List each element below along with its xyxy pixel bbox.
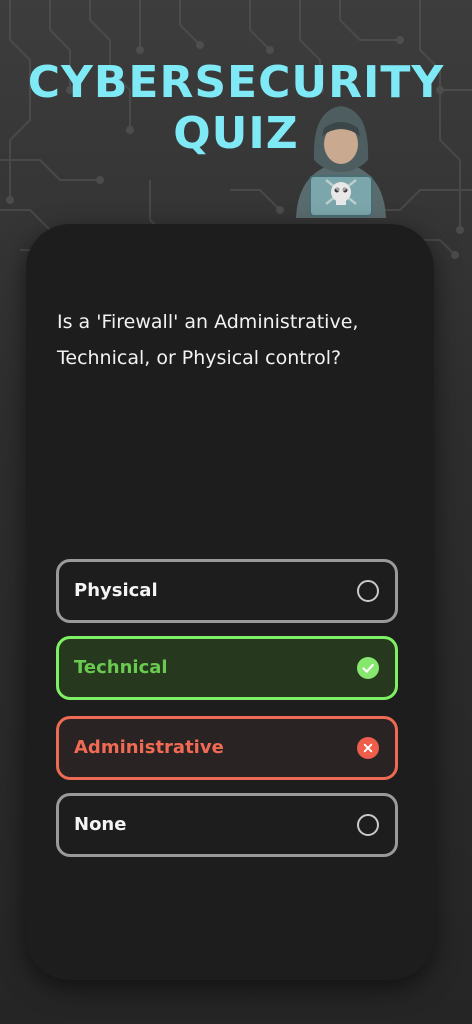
answer-option-label: Physical: [74, 580, 158, 601]
answer-option-technical[interactable]: Technical: [56, 636, 398, 700]
quiz-title-line2: QUIZ: [173, 108, 299, 159]
question-text: Is a 'Firewall' an Administrative, Techn…: [57, 311, 359, 369]
answer-option-administrative[interactable]: Administrative: [56, 716, 398, 780]
answer-option-label: Administrative: [74, 737, 224, 758]
answer-option-label: None: [74, 814, 127, 835]
quiz-title-line1: CYBERSECURITY: [27, 57, 445, 108]
x-circle-icon: [357, 737, 379, 759]
radio-empty-icon: [357, 580, 379, 602]
check-circle-icon: [357, 657, 379, 679]
answer-option-none[interactable]: None: [56, 793, 398, 857]
answer-option-label: Technical: [74, 657, 168, 678]
radio-empty-icon: [357, 814, 379, 836]
answer-option-physical[interactable]: Physical: [56, 559, 398, 623]
